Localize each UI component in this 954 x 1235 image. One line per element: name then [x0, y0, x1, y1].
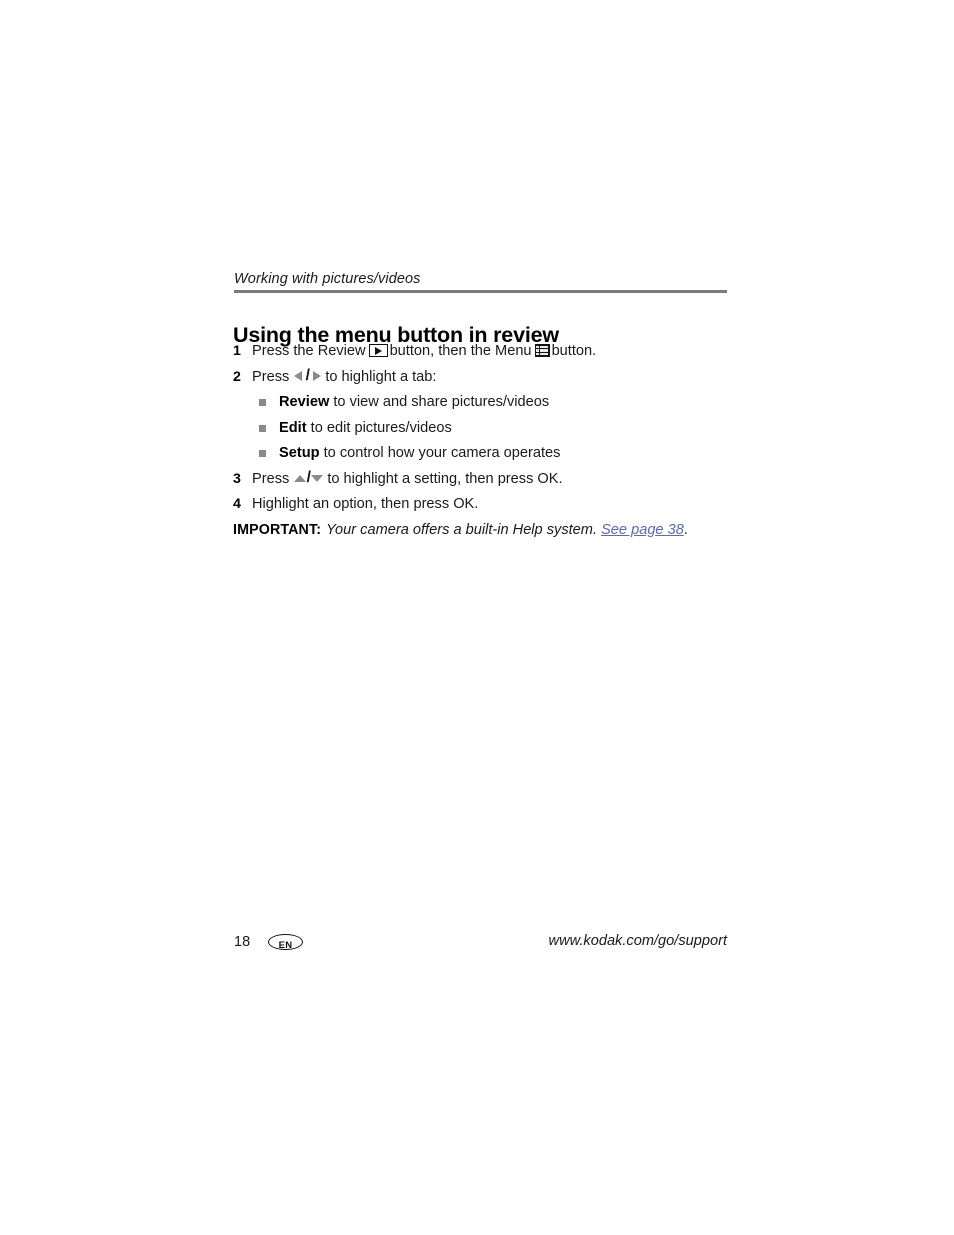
tab-description: to edit pictures/videos: [310, 419, 452, 436]
page-footer: 18 EN www.kodak.com/go/support: [234, 932, 727, 956]
step-number: 2: [233, 368, 241, 385]
step-text: Press the Review: [252, 343, 366, 359]
important-label: IMPORTANT:: [233, 521, 322, 538]
step-number: 1: [233, 343, 241, 359]
important-note: IMPORTANT: Your camera offers a built-in …: [233, 521, 753, 539]
tab-description: to view and share pictures/videos: [333, 394, 550, 410]
tab-term: Setup: [279, 445, 320, 461]
step-text: Highlight an option, then press OK.: [252, 496, 479, 512]
square-bullet-icon: [259, 399, 266, 406]
step-2: 2 Press / to highlight a tab:: [233, 367, 753, 386]
important-text: Your camera offers a built-in Help syste…: [326, 521, 597, 538]
important-trailing-period: .: [683, 521, 688, 538]
support-url: www.kodak.com/go/support: [548, 933, 727, 949]
step-4: 4 Highlight an option, then press OK.: [233, 495, 753, 513]
step-number: 4: [233, 496, 241, 512]
tab-term: Review: [279, 394, 330, 410]
step-text: Press: [252, 368, 290, 385]
tab-list: Review to view and share pictures/videos…: [233, 393, 753, 462]
square-bullet-icon: [259, 424, 266, 432]
language-badge: EN: [268, 934, 303, 951]
review-play-icon: [368, 344, 388, 357]
page-number: 18: [234, 934, 251, 950]
up-down-arrows-icon: /: [294, 469, 324, 486]
see-page-link[interactable]: See page 38: [601, 522, 684, 538]
step-number: 3: [233, 470, 241, 487]
instruction-body: 1 Press the Review button, then the Menu b…: [233, 342, 753, 539]
step-text: button, then the Menu: [389, 343, 532, 359]
step-text: to highlight a tab:: [325, 368, 437, 385]
step-text: to highlight a setting, then press OK.: [327, 470, 563, 487]
list-item: Edit to edit pictures/videos: [233, 419, 753, 437]
running-header-text: Working with pictures/videos: [234, 271, 421, 287]
manual-page: Working with pictures/videos Using the m…: [0, 0, 954, 1235]
step-1: 1 Press the Review button, then the Menu b…: [233, 342, 753, 360]
language-badge-label: EN: [278, 940, 293, 951]
header-divider-rule: [234, 290, 727, 293]
running-header: Working with pictures/videos: [234, 270, 728, 288]
list-item: Review to view and share pictures/videos: [233, 393, 753, 411]
tab-description: to control how your camera operates: [323, 445, 561, 461]
left-right-arrows-icon: /: [294, 367, 322, 384]
tab-term: Edit: [279, 419, 307, 436]
square-bullet-icon: [259, 450, 266, 457]
list-item: Setup to control how your camera operate…: [233, 444, 753, 462]
step-3: 3 Press / to highlight a setting, then pre…: [233, 469, 753, 488]
step-text: button.: [551, 343, 597, 359]
menu-list-icon: [534, 344, 550, 357]
step-text: Press: [252, 470, 290, 487]
